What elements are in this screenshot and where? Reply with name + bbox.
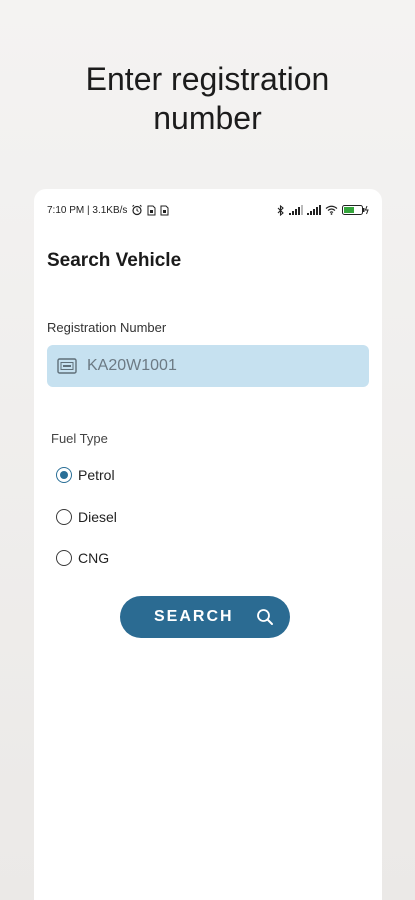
fuel-option-diesel[interactable]: Diesel [56,509,117,525]
radio-unchecked-icon[interactable] [56,509,72,525]
search-button[interactable]: SEARCH [120,596,290,638]
registration-field[interactable] [47,345,369,387]
battery-icon [342,205,369,215]
headline: Enter registration number [0,60,415,138]
radio-unchecked-icon[interactable] [56,550,72,566]
headline-line-2: number [153,100,262,136]
license-plate-icon [57,358,77,374]
search-icon [257,609,273,625]
bluetooth-icon [277,204,284,216]
wifi-icon [325,205,338,215]
radio-checked-icon[interactable] [56,467,72,483]
status-time: 7:10 PM | 3.1KB/s [47,204,128,216]
signal-icon [289,205,303,215]
alarm-icon [132,204,143,216]
fuel-option-label: Diesel [78,509,117,525]
status-bar: 7:10 PM | 3.1KB/s [47,203,370,217]
phone-screen: 7:10 PM | 3.1KB/s Search Vehicle Registr… [34,189,382,900]
fuel-option-petrol[interactable]: Petrol [56,467,115,483]
signal-icon [307,205,321,215]
headline-line-1: Enter registration [85,61,330,97]
sim-icon [147,205,156,215]
fuel-type-label: Fuel Type [51,431,108,446]
fuel-option-cng[interactable]: CNG [56,550,109,566]
fuel-option-label: CNG [78,550,110,566]
fuel-option-label: Petrol [78,467,115,483]
sim-icon [160,205,169,215]
page-title: Search Vehicle [47,250,182,271]
registration-label: Registration Number [47,320,167,335]
registration-input[interactable] [87,357,327,375]
search-button-label: SEARCH [154,608,234,625]
